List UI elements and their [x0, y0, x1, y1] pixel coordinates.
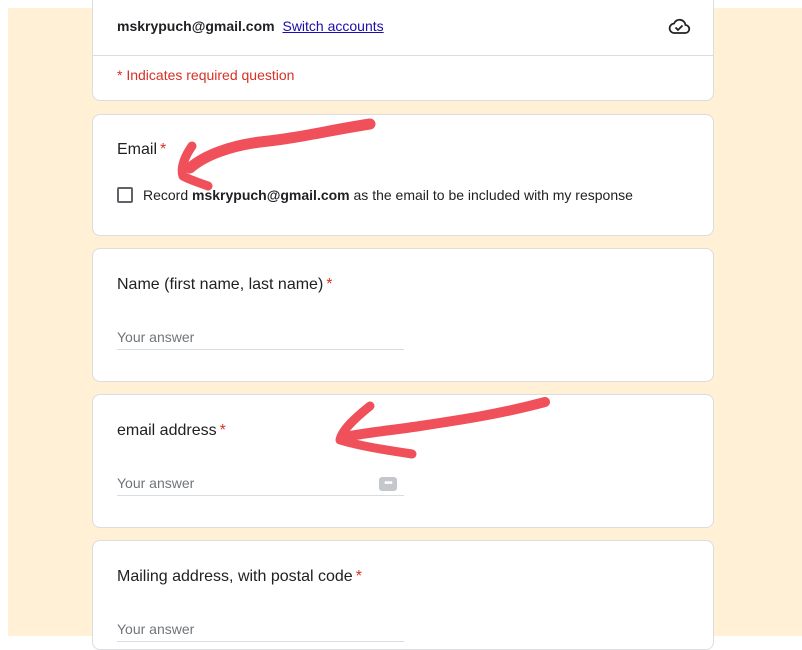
name-input[interactable] — [117, 324, 404, 350]
record-email-option[interactable]: Record mskrypuch@gmail.com as the email … — [117, 187, 633, 203]
record-email-label: Record mskrypuch@gmail.com as the email … — [143, 187, 633, 203]
required-star: * — [326, 276, 333, 293]
record-email-checkbox[interactable] — [117, 187, 133, 203]
required-star: * — [219, 422, 226, 439]
password-manager-icon[interactable]: ••• — [379, 477, 397, 491]
question-title: Email * — [117, 141, 167, 158]
account-header-card: mskrypuch@gmail.com Switch accounts * In… — [92, 0, 714, 101]
required-star: * — [160, 141, 167, 158]
account-row: mskrypuch@gmail.com Switch accounts — [117, 18, 384, 34]
required-note: * Indicates required question — [117, 67, 295, 83]
mailing-address-input[interactable] — [117, 616, 404, 642]
cloud-check-icon — [668, 18, 691, 34]
switch-accounts-link[interactable]: Switch accounts — [282, 18, 383, 34]
question-card-email-address: email address* ••• — [92, 394, 714, 528]
question-card-email: Email * Record mskrypuch@gmail.com as the… — [92, 114, 714, 236]
question-title: Mailing address, with postal code * — [117, 568, 362, 585]
account-email: mskrypuch@gmail.com — [117, 18, 275, 34]
question-title: Name (first name, last name) * — [117, 276, 333, 293]
question-card-mailing-address: Mailing address, with postal code * — [92, 540, 714, 650]
required-star: * — [355, 568, 362, 585]
header-divider — [93, 55, 713, 56]
question-card-name: Name (first name, last name) * — [92, 248, 714, 382]
question-title: email address * — [117, 422, 226, 439]
email-address-input[interactable] — [117, 470, 404, 496]
